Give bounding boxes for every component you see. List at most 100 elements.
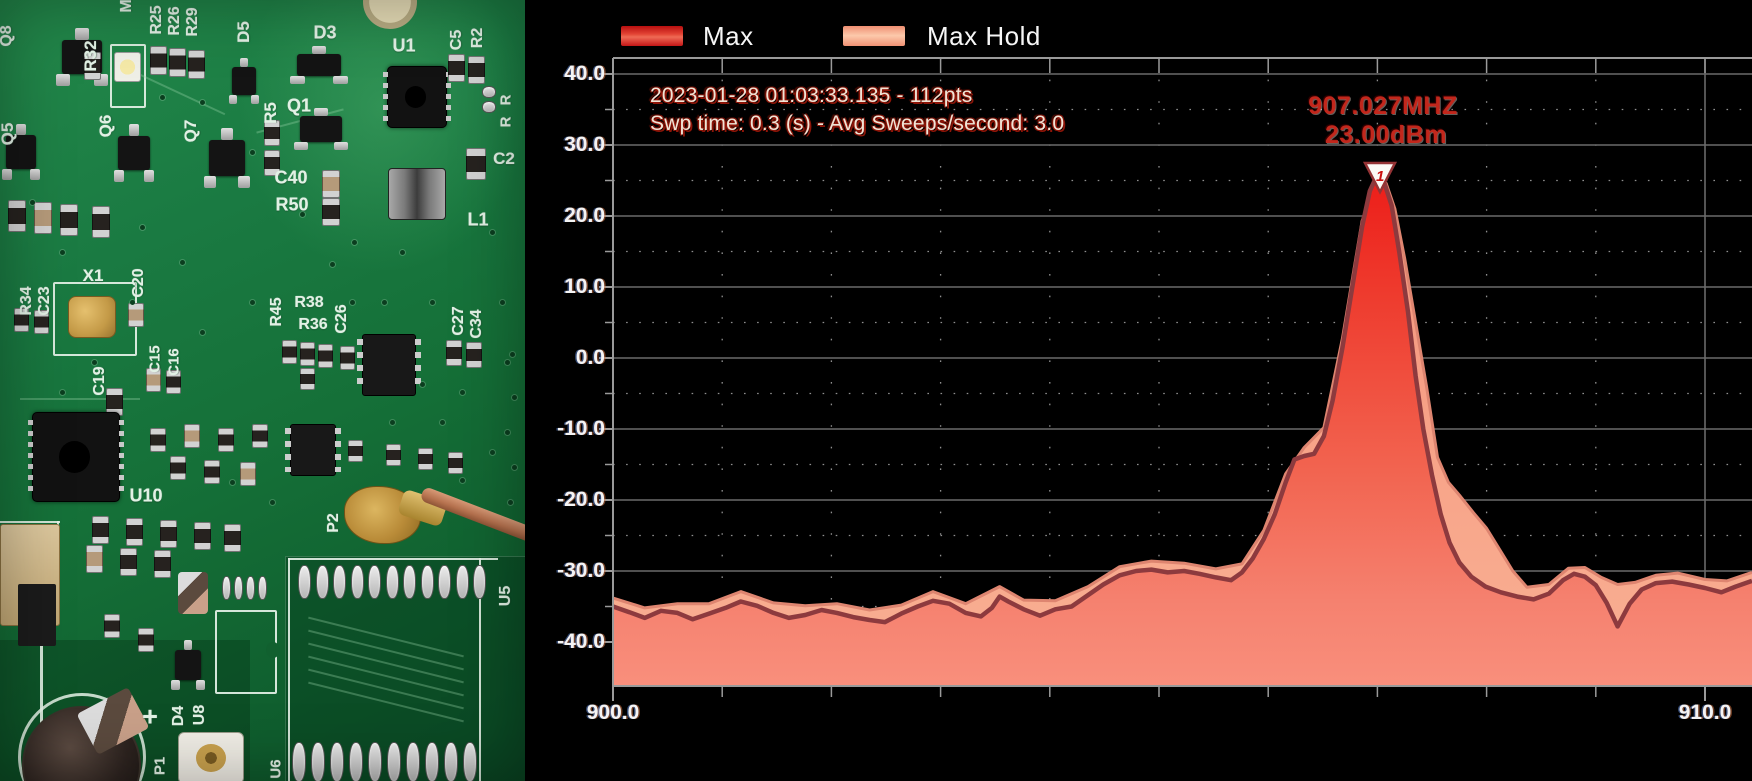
via-dot bbox=[505, 430, 510, 435]
transistor-part bbox=[171, 680, 181, 690]
marker-level-readout: 23.00dBm bbox=[1324, 121, 1448, 149]
chip-component bbox=[386, 444, 401, 466]
via-dot bbox=[200, 330, 205, 335]
silkscreen-label-c20: C20 bbox=[130, 268, 147, 298]
ic-pin1-dot bbox=[405, 86, 427, 108]
through-hole-pad bbox=[368, 565, 381, 599]
chip-component bbox=[322, 198, 340, 226]
chip-component bbox=[188, 50, 205, 79]
chip-component bbox=[466, 342, 482, 368]
transistor-part bbox=[300, 116, 342, 142]
via-dot bbox=[490, 230, 495, 235]
x-axis-label-start: 900.0 bbox=[586, 701, 640, 724]
screenshot-root: Q8 M R32 R25 R26 R29 D5 D3 U1 C5 R2 R R Q5 Q6 Q7 R5 Q1 C40… bbox=[0, 0, 1752, 781]
ic-pins bbox=[335, 428, 341, 472]
chip-component bbox=[282, 340, 297, 364]
silkscreen-label-l1: L1 bbox=[467, 209, 489, 230]
y-axis-label: 40.0 bbox=[564, 62, 605, 85]
chip-component bbox=[8, 200, 26, 232]
y-axis-label: -10.0 bbox=[557, 417, 605, 440]
through-hole-pad bbox=[333, 565, 346, 599]
chip-component bbox=[60, 204, 78, 236]
silkscreen-label-q1: Q1 bbox=[286, 95, 312, 116]
via-dot bbox=[512, 465, 517, 470]
connector-lever bbox=[18, 584, 56, 646]
silkscreen-label-c27: C27 bbox=[450, 306, 467, 336]
solder-pad bbox=[482, 101, 496, 113]
silkscreen-label-u6: U6 bbox=[267, 759, 285, 779]
chip-component bbox=[252, 424, 268, 448]
silkscreen-label-c19: C19 bbox=[91, 366, 108, 396]
via-dot bbox=[130, 300, 135, 305]
transistor-part bbox=[290, 76, 306, 84]
footprint-notch bbox=[266, 642, 280, 658]
y-axis-label: -30.0 bbox=[557, 559, 605, 582]
transistor-component bbox=[228, 58, 260, 104]
ic-component bbox=[357, 334, 421, 396]
chip-component bbox=[448, 452, 463, 474]
chip-component bbox=[240, 462, 256, 486]
legend-swatch-max[interactable] bbox=[621, 26, 683, 46]
via-dot bbox=[160, 95, 165, 100]
through-hole-pad bbox=[222, 576, 231, 600]
via-dot bbox=[512, 395, 517, 400]
pcb-photo: Q8 M R32 R25 R26 R29 D5 D3 U1 C5 R2 R R Q5 Q6 Q7 R5 Q1 C40… bbox=[0, 0, 525, 781]
chip-component bbox=[446, 340, 462, 366]
chip-component bbox=[218, 428, 234, 452]
chip-component bbox=[322, 170, 340, 198]
silkscreen-label-u8: U8 bbox=[191, 704, 208, 726]
through-hole-pad bbox=[387, 742, 401, 781]
silkscreen-label-d3: D3 bbox=[313, 22, 337, 43]
silkscreen-label-c40: C40 bbox=[274, 167, 308, 188]
chip-component bbox=[138, 628, 154, 652]
y-axis-label: 0.0 bbox=[575, 346, 605, 369]
transistor-part bbox=[195, 680, 205, 690]
silkscreen-label-+: + bbox=[142, 701, 158, 732]
sweep-timestamp-text: 2023-01-28 01:03:33.135 - 112pts bbox=[650, 84, 973, 107]
transistor-part bbox=[128, 124, 140, 136]
through-hole-pad bbox=[420, 565, 434, 599]
through-hole-pad bbox=[330, 742, 344, 781]
ic-pins bbox=[28, 420, 33, 494]
chip-component bbox=[120, 548, 137, 576]
through-hole-pad bbox=[298, 565, 311, 599]
via-dot bbox=[460, 478, 465, 483]
chip-component bbox=[150, 46, 167, 75]
via-dot bbox=[510, 352, 515, 357]
silkscreen-label-c26: C26 bbox=[333, 304, 350, 334]
through-hole-pad bbox=[463, 742, 477, 781]
silkscreen-label-r5: R5 bbox=[261, 102, 280, 124]
transistor-part bbox=[118, 135, 150, 171]
silkscreen-label-m: M bbox=[118, 0, 135, 13]
y-axis-label: 20.0 bbox=[564, 204, 605, 227]
through-hole-pad bbox=[385, 565, 399, 599]
silkscreen-label-r50: R50 bbox=[275, 194, 309, 215]
y-axis-label: 30.0 bbox=[564, 133, 605, 156]
via-dot bbox=[60, 250, 65, 255]
legend-label-max[interactable]: Max bbox=[703, 21, 754, 52]
via-dot bbox=[330, 262, 335, 267]
silkscreen-label-r26: R26 bbox=[166, 6, 183, 36]
legend-swatch-max-hold[interactable] bbox=[843, 26, 905, 46]
chip-component bbox=[300, 342, 315, 366]
ic-pins bbox=[285, 428, 291, 472]
through-hole-pad bbox=[349, 742, 363, 781]
through-hole-pad bbox=[350, 565, 364, 599]
silkscreen-label-d5: D5 bbox=[234, 21, 253, 43]
legend-label-max-hold[interactable]: Max Hold bbox=[927, 21, 1041, 52]
sweep-rate-text: Swp time: 0.3 (s) - Avg Sweeps/second: 3… bbox=[650, 112, 1065, 135]
silkscreen-label-c34: C34 bbox=[468, 309, 485, 339]
silkscreen-label-r29: R29 bbox=[184, 7, 201, 37]
silkscreen-label-c16: C16 bbox=[165, 348, 183, 376]
transistor-part bbox=[311, 46, 327, 54]
led-component bbox=[114, 52, 141, 82]
transistor-component bbox=[170, 640, 206, 690]
transistor-part bbox=[1, 168, 12, 180]
through-hole-pad bbox=[444, 742, 458, 781]
through-hole-pad bbox=[315, 565, 329, 599]
ic-component bbox=[285, 424, 341, 476]
silkscreen-label-p1: P1 bbox=[151, 756, 169, 776]
transistor-part bbox=[251, 94, 259, 104]
y-axis-label: 10.0 bbox=[564, 275, 605, 298]
transistor-part bbox=[113, 170, 125, 182]
